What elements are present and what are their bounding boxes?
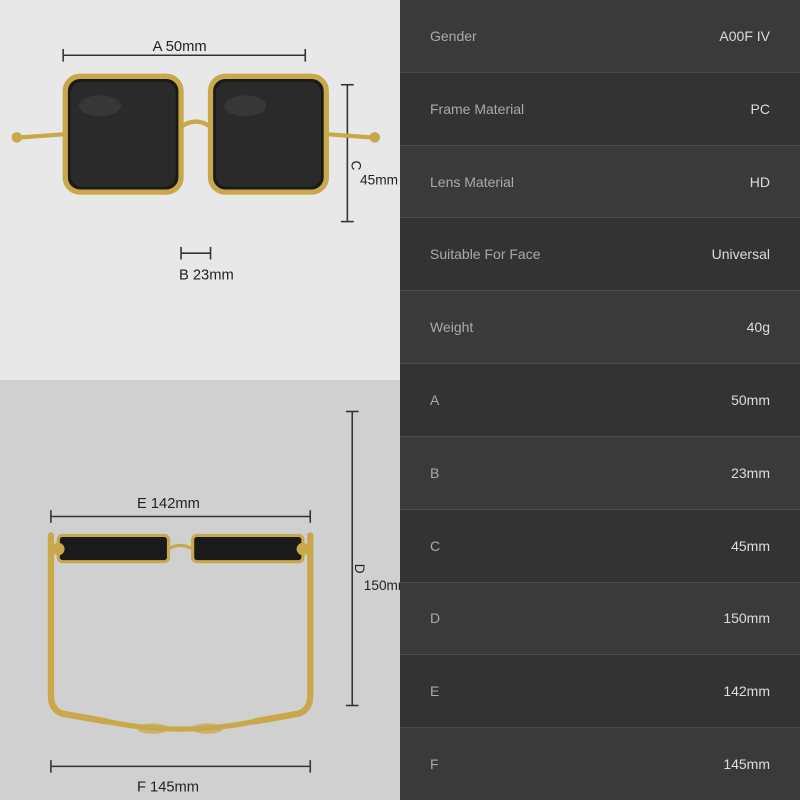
svg-text:45mm: 45mm <box>360 173 398 188</box>
spec-row: E 142mm <box>400 655 800 728</box>
spec-row: Weight 40g <box>400 291 800 364</box>
spec-value: 40g <box>747 319 770 335</box>
spec-value: 142mm <box>723 683 770 699</box>
spec-label: A <box>430 392 439 408</box>
spec-value: 145mm <box>723 756 770 772</box>
svg-text:F 145mm: F 145mm <box>137 780 199 796</box>
spec-value: PC <box>751 101 770 117</box>
svg-text:A 50mm: A 50mm <box>153 39 207 55</box>
spec-label: Lens Material <box>430 174 514 190</box>
svg-text:B 23mm: B 23mm <box>179 267 234 283</box>
spec-row: Frame Material PC <box>400 73 800 146</box>
spec-value: A00F IV <box>719 28 770 44</box>
spec-value: HD <box>750 174 770 190</box>
svg-text:C: C <box>348 161 363 171</box>
spec-row: Gender A00F IV <box>400 0 800 73</box>
spec-label: E <box>430 683 439 699</box>
spec-value: 45mm <box>731 538 770 554</box>
spec-label: Frame Material <box>430 101 524 117</box>
spec-label: Weight <box>430 319 473 335</box>
spec-label: Suitable For Face <box>430 246 541 262</box>
spec-value: 50mm <box>731 392 770 408</box>
top-diagram: A 50mm C 45mm <box>0 0 400 380</box>
spec-label: C <box>430 538 440 554</box>
spec-value: Universal <box>712 246 770 262</box>
svg-text:E 142mm: E 142mm <box>137 496 200 512</box>
spec-row: F 145mm <box>400 728 800 800</box>
spec-value: 23mm <box>731 465 770 481</box>
spec-row: D 150mm <box>400 583 800 656</box>
spec-label: B <box>430 465 439 481</box>
spec-row: C 45mm <box>400 510 800 583</box>
bottom-diagram: D 150mm E 142mm <box>0 380 400 800</box>
top-glasses-svg: A 50mm C 45mm <box>0 0 400 380</box>
right-panel: Gender A00F IV Frame Material PC Lens Materi… <box>400 0 800 800</box>
spec-row: Lens Material HD <box>400 146 800 219</box>
spec-row: Suitable For Face Universal <box>400 218 800 291</box>
spec-value: 150mm <box>723 610 770 626</box>
spec-row: B 23mm <box>400 437 800 510</box>
spec-label: F <box>430 756 439 772</box>
spec-row: A 50mm <box>400 364 800 437</box>
svg-text:D: D <box>352 564 367 574</box>
bottom-glasses-svg: D 150mm E 142mm <box>0 380 400 800</box>
spec-label: D <box>430 610 440 626</box>
svg-text:150mm: 150mm <box>364 578 400 593</box>
spec-label: Gender <box>430 28 477 44</box>
left-panel: A 50mm C 45mm <box>0 0 400 800</box>
